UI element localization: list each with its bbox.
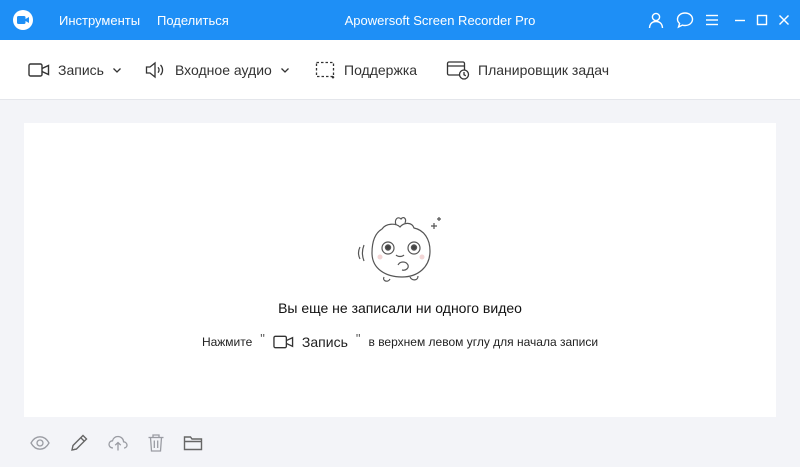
user-icon[interactable] [647,11,665,29]
pencil-icon[interactable] [68,432,90,454]
hint-text-before: Нажмите [201,335,253,349]
hint-record-label: Запись [301,334,348,350]
minimize-icon[interactable] [731,11,749,29]
mascot-illustration-icon [357,217,441,282]
task-scheduler-button[interactable]: Планировщик задач [446,40,609,100]
app-logo-icon [13,10,33,30]
hint-text-after: в верхнем левом углу для начала записи [368,335,599,349]
record-label: Запись [58,62,104,78]
menu-tools[interactable]: Инструменты [59,13,140,28]
main-toolbar: Запись Входное аудио Поддержка Планировщ [0,40,800,100]
menu-icon[interactable] [703,11,721,29]
hint-record-reference: Запись [273,333,348,351]
task-scheduler-label: Планировщик задач [478,62,610,78]
audio-input-label: Входное аудио [175,62,272,78]
chat-icon[interactable] [676,11,694,29]
folder-icon[interactable] [182,432,204,454]
empty-state-hint: Нажмите " Запись " в верхнем левом углу … [24,330,776,351]
empty-state-title: Вы еще не записали ни одного видео [278,300,522,316]
recordings-list-panel: Вы еще не записали ни одного видео Нажми… [24,123,776,417]
chevron-down-icon [280,68,289,73]
maximize-icon[interactable] [753,11,771,29]
audio-input-button[interactable]: Входное аудио [145,40,290,100]
close-icon[interactable] [775,11,793,29]
speaker-icon [145,61,164,79]
support-label: Поддержка [344,62,418,78]
record-button[interactable]: Запись [28,40,122,100]
chevron-down-icon [112,68,121,73]
title-bar: Инструменты Поделиться Apowersoft Screen… [0,0,800,40]
video-camera-icon [28,63,50,77]
hint-quote-open: " [260,330,265,346]
window-title: Apowersoft Screen Recorder Pro [344,13,536,28]
trash-icon[interactable] [145,432,167,454]
scheduler-icon [446,61,470,80]
support-button[interactable]: Поддержка [315,40,417,100]
eye-icon[interactable] [29,432,51,454]
upload-icon[interactable] [107,432,129,454]
video-camera-icon [273,335,294,349]
region-select-icon [315,61,335,79]
menu-share[interactable]: Поделиться [157,13,229,28]
hint-quote-close: " [355,330,361,346]
